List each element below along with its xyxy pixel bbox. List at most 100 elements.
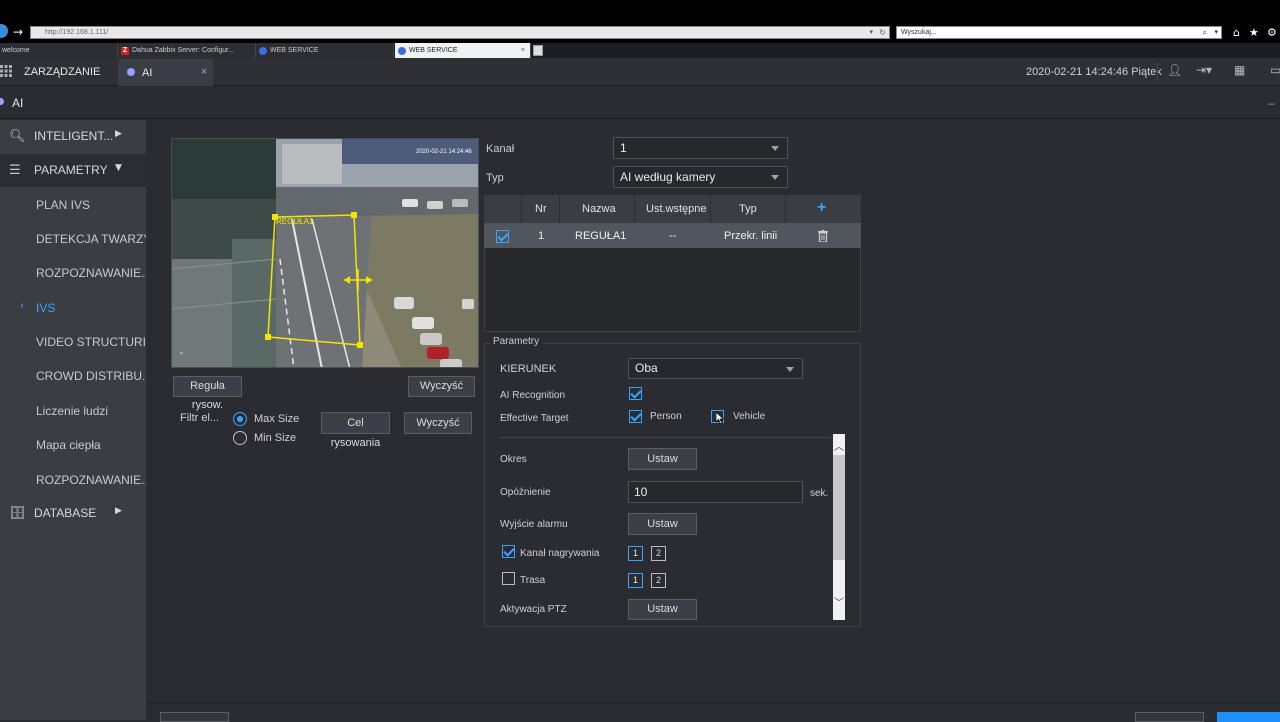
new-tab-button[interactable]: [533, 45, 543, 56]
scroll-up-icon[interactable]: ︿: [833, 441, 845, 455]
settings-gear-icon[interactable]: ⚙: [1267, 26, 1277, 39]
tour-channel-1[interactable]: 1: [628, 573, 643, 588]
browser-search-box[interactable]: Wyszukaj... ⌕ ▾: [896, 26, 1222, 39]
rule-enable-checkbox[interactable]: [496, 230, 509, 243]
search-dropdown-icon[interactable]: ▾: [1214, 27, 1218, 38]
zabbix-icon: Z: [121, 47, 129, 55]
clear-rule-button[interactable]: Wyczyść: [408, 376, 475, 397]
tour-checkbox[interactable]: [502, 572, 515, 585]
user-icon[interactable]: 👤︎: [1167, 63, 1182, 77]
alarm-output-label: Wyjście alarmu: [500, 519, 568, 530]
sidebar-group-label: PARAMETRY: [34, 163, 108, 177]
scrollbar-thumb[interactable]: [833, 455, 845, 560]
bottom-action-bar: [146, 702, 1280, 720]
ai-recognition-checkbox[interactable]: [629, 387, 642, 400]
sidebar-item-people-counting[interactable]: Liczenie ludzi: [0, 394, 146, 428]
rule-name: REGUŁA1: [575, 230, 627, 242]
apps-grid-icon[interactable]: [0, 65, 12, 77]
minimize-icon[interactable]: –: [1268, 96, 1275, 110]
refresh-button[interactable]: [1135, 712, 1204, 722]
column-header-name: Nazwa: [582, 203, 616, 215]
draw-rule-button[interactable]: Reguła rysow.: [173, 376, 242, 411]
database-icon: 🗄︎: [9, 506, 26, 521]
rule-overlay-label: REGUŁA1: [276, 217, 314, 226]
close-tab-icon[interactable]: ×: [521, 43, 525, 58]
ie-page-icon: [259, 47, 267, 55]
sidebar-item-recognition-2[interactable]: ROZPOZNAWANIE...: [0, 463, 151, 497]
min-size-label: Min Size: [254, 432, 297, 444]
sidebar-item-label: VIDEO STRUCTURI...: [36, 335, 157, 349]
forward-icon[interactable]: →: [13, 25, 23, 39]
type-label: Typ: [486, 172, 504, 184]
apply-button[interactable]: [1217, 712, 1280, 722]
sidebar-item-heat-map[interactable]: Mapa ciepła: [0, 428, 146, 462]
delay-label: Opóźnienie: [500, 487, 551, 498]
column-header-preset: Ust.wstępne: [646, 203, 707, 215]
sidebar-item-plan-ivs[interactable]: PLAN IVS: [0, 188, 146, 222]
chevron-down-icon: ▼: [115, 163, 122, 173]
ai-recognition-label: AI Recognition: [500, 390, 566, 401]
sidebar-group-intelligent[interactable]: 🔍︎ INTELIGENT... ▶: [0, 120, 146, 153]
sidebar-item-crowd-distribution[interactable]: CROWD DISTRIBU...: [0, 359, 152, 393]
search-settings-icon: 🔍︎: [9, 129, 26, 144]
browser-tab-label: WEB SERVICE: [409, 47, 458, 54]
sidebar-item-label: CROWD DISTRIBU...: [36, 369, 152, 383]
page-header-bar: [0, 86, 1280, 119]
close-icon[interactable]: ×: [201, 66, 207, 78]
header-divider: [1157, 62, 1158, 82]
channel-select[interactable]: 1: [613, 137, 788, 159]
record-channel-2[interactable]: 2: [651, 546, 666, 561]
clear-target-button[interactable]: Wyczyść: [404, 412, 472, 434]
tour-channel-2[interactable]: 2: [651, 573, 666, 588]
table-divider: [710, 195, 711, 223]
camera-preview[interactable]: REGUŁA1 2020-02-21 14:24:46 °: [171, 138, 479, 368]
layout-icon[interactable]: ▦: [1234, 63, 1245, 77]
app-section-title[interactable]: ZARZĄDZANIE: [24, 66, 100, 78]
person-checkbox[interactable]: [629, 410, 642, 423]
min-size-radio[interactable]: [233, 431, 247, 445]
address-bar[interactable]: http://192.168.1.111/ ▾ ↻: [30, 26, 890, 39]
browser-tab-welcome[interactable]: welcome: [0, 43, 118, 58]
record-channel-checkbox[interactable]: [502, 545, 515, 558]
sidebar-item-label: IVS: [36, 301, 56, 315]
browser-tab-webservice[interactable]: WEB SERVICE: [256, 43, 394, 58]
record-channel-1[interactable]: 1: [628, 546, 643, 561]
draw-target-button[interactable]: Cel rysowania: [321, 412, 390, 449]
direction-select[interactable]: Oba: [628, 358, 803, 379]
type-select[interactable]: AI według kamery: [613, 166, 788, 188]
browser-tab-zabbix[interactable]: Z Dahua Zabbix Server: Configur...: [118, 43, 256, 58]
sidebar-item-video-structuring[interactable]: VIDEO STRUCTURI...: [0, 325, 156, 359]
direction-value: Oba: [635, 361, 658, 375]
delay-input[interactable]: 10: [628, 481, 803, 503]
column-header-nr: Nr: [535, 203, 547, 215]
delay-unit: sek.: [810, 488, 829, 499]
sidebar-item-label: Liczenie ludzi: [36, 404, 109, 418]
logout-icon[interactable]: ⇥▾: [1196, 63, 1212, 77]
url-dropdown-icon[interactable]: ▾: [869, 27, 873, 38]
person-label: Person: [650, 411, 682, 422]
sidebar-item-ivs[interactable]: › IVS: [0, 291, 146, 325]
favorites-star-icon[interactable]: ★: [1249, 26, 1259, 39]
chevron-down-icon: [786, 367, 794, 372]
search-icon[interactable]: ⌕: [1203, 27, 1207, 38]
sidebar-group-database[interactable]: 🗄︎ DATABASE ▶: [0, 497, 146, 530]
refresh-icon[interactable]: ↻: [879, 27, 886, 38]
ptz-set-button[interactable]: Ustaw: [628, 599, 697, 620]
max-size-radio[interactable]: [233, 412, 247, 426]
default-button[interactable]: [160, 712, 229, 722]
browser-tab-label: WEB SERVICE: [270, 47, 319, 54]
alarm-output-set-button[interactable]: Ustaw: [628, 513, 697, 535]
browser-tab-webservice-active[interactable]: WEB SERVICE ×: [395, 43, 531, 58]
sidebar-group-parametry[interactable]: ☰ PARAMETRY ▼: [0, 154, 146, 187]
type-value: AI według kamery: [620, 170, 716, 184]
parameters-legend: Parametry: [490, 336, 543, 347]
home-icon[interactable]: ⌂: [1233, 26, 1240, 39]
scroll-down-icon[interactable]: ﹀: [833, 597, 845, 611]
trash-icon[interactable]: [818, 230, 828, 242]
display-icon[interactable]: ▭: [1270, 63, 1280, 77]
sidebar-item-recognition[interactable]: ROZPOZNAWANIE...: [0, 256, 151, 290]
sidebar-item-face-detection[interactable]: DETEKCJA TWARZY: [0, 222, 151, 256]
add-rule-button[interactable]: +: [817, 199, 826, 217]
period-set-button[interactable]: Ustaw: [628, 448, 697, 470]
tab-ai[interactable]: AI ×: [118, 59, 213, 86]
